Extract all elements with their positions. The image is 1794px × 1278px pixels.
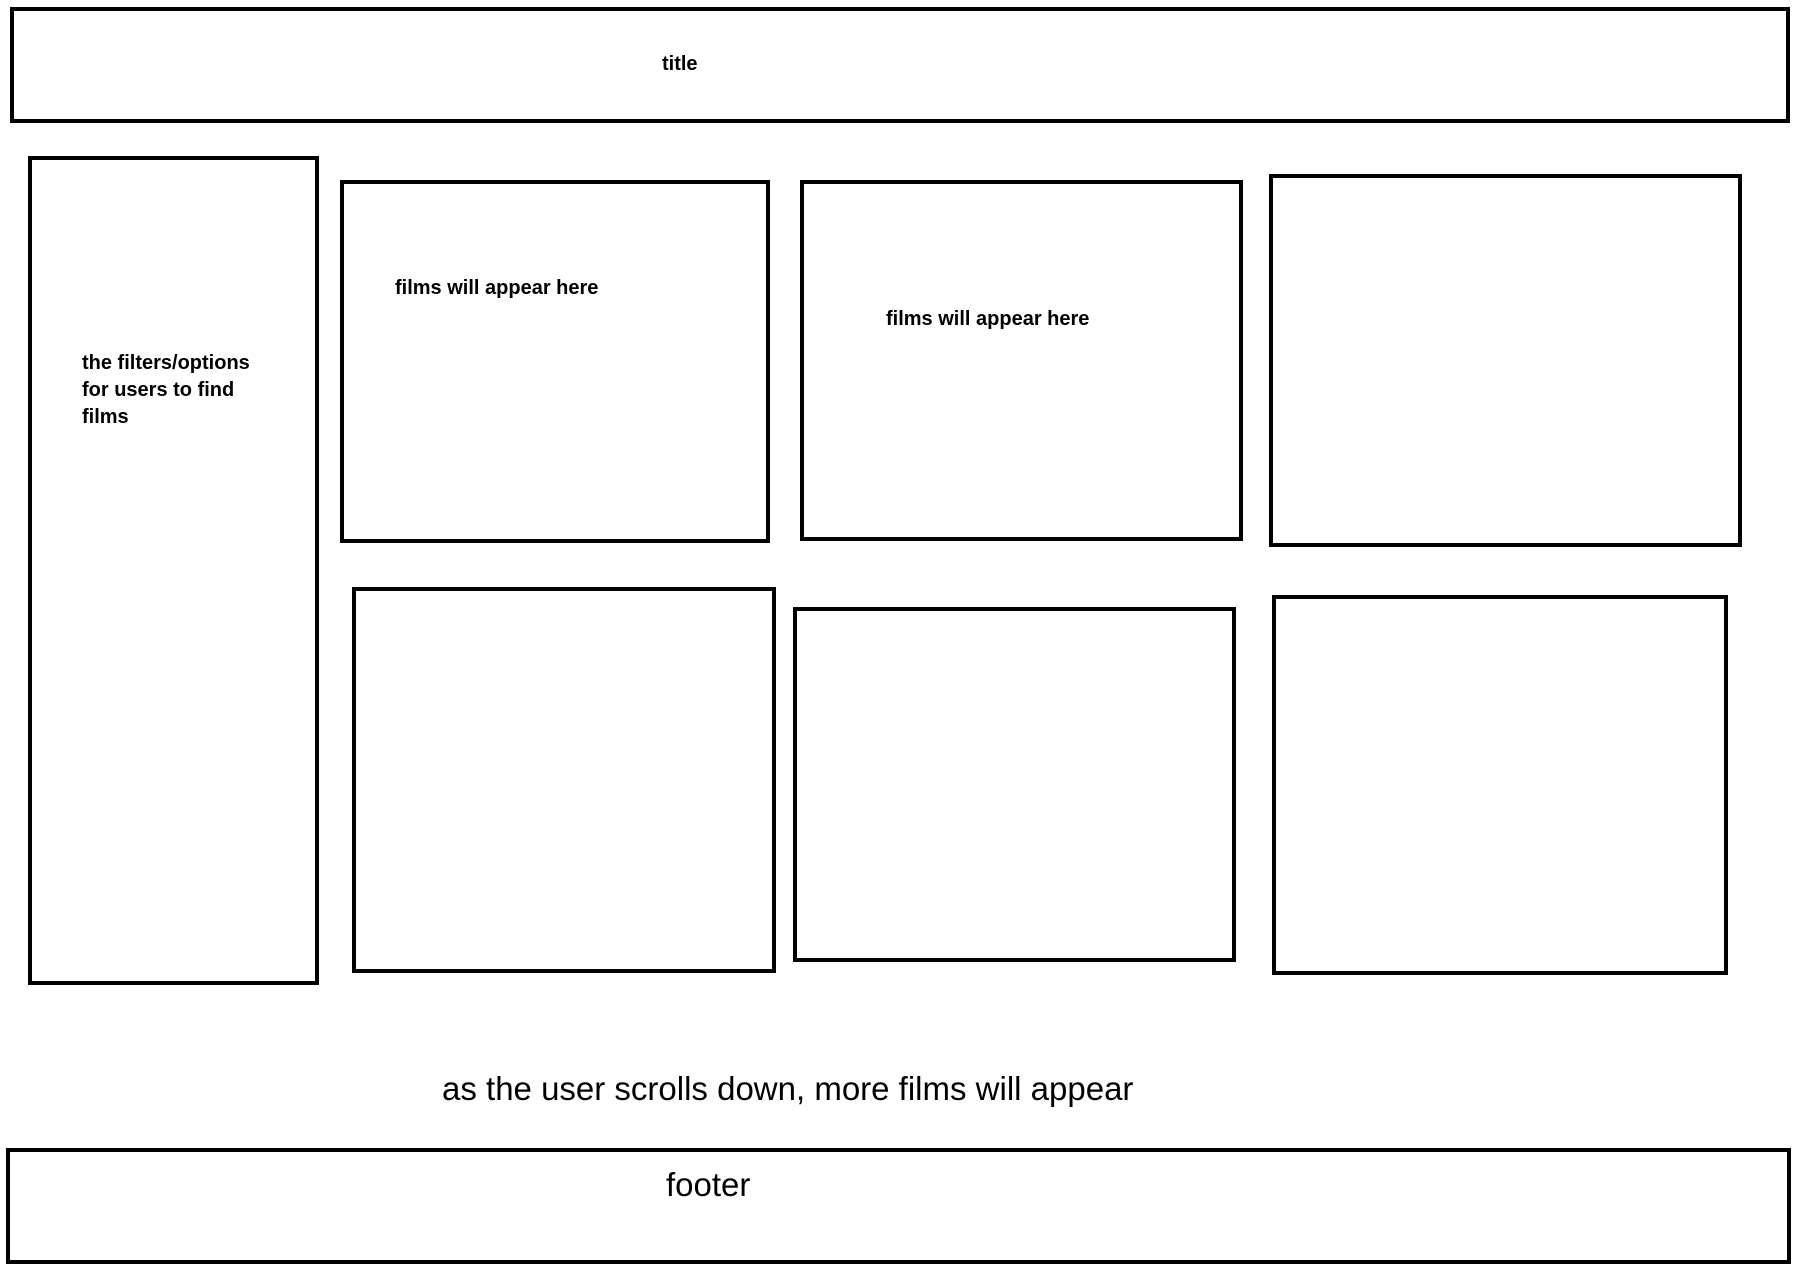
title-bar: title bbox=[10, 7, 1790, 123]
scroll-note: as the user scrolls down, more films wil… bbox=[442, 1070, 1134, 1107]
filters-sidebar: the filters/options for users to find fi… bbox=[28, 156, 319, 985]
film-card: films will appear here bbox=[340, 180, 770, 543]
film-card bbox=[1272, 595, 1728, 975]
film-card bbox=[352, 587, 776, 973]
footer-label: footer bbox=[666, 1166, 751, 1203]
film-card-label: films will appear here bbox=[395, 277, 599, 299]
title-label: title bbox=[662, 53, 698, 75]
filters-label: the filters/options for users to find fi… bbox=[82, 352, 250, 428]
footer-bar: footer bbox=[6, 1148, 1791, 1264]
film-card bbox=[1269, 174, 1742, 547]
film-card bbox=[793, 607, 1236, 962]
film-card: films will appear here bbox=[800, 180, 1243, 541]
film-card-label: films will appear here bbox=[886, 308, 1090, 330]
